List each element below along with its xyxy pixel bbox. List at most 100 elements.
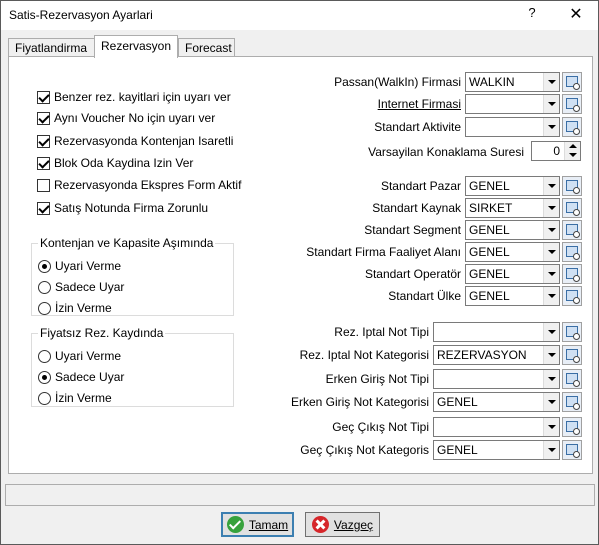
chevron-up-icon[interactable] xyxy=(569,144,577,148)
faaliyet-label: Standart Firma Faaliyet Alanı xyxy=(306,245,461,259)
close-icon xyxy=(311,516,329,533)
checkbox-label: Rezervasyonda Kontenjan Isaretli xyxy=(54,134,234,148)
radio-label: Uyari Verme xyxy=(55,259,122,273)
combo-value: GENEL xyxy=(469,245,510,259)
gec-kat-combo[interactable]: GENEL xyxy=(433,440,560,460)
cancel-button-label: Vazgeç xyxy=(333,517,374,532)
radio-sadece-uyar[interactable]: Sadece Uyar xyxy=(38,369,124,385)
radio-dot[interactable] xyxy=(38,370,51,384)
erken-tipi-combo[interactable] xyxy=(433,369,560,389)
radio-label: İzin Verme xyxy=(55,301,112,315)
aktivite-combo[interactable] xyxy=(465,117,560,137)
rezervasyon-panel: Benzer rez. kayitlari için uyarı ver Ayn… xyxy=(8,56,593,474)
checkbox-box[interactable] xyxy=(37,134,50,148)
lookup-icon[interactable] xyxy=(562,417,582,437)
chevron-down-icon[interactable] xyxy=(543,118,559,136)
ulke-combo[interactable]: GENEL xyxy=(465,286,560,306)
chevron-down-icon[interactable] xyxy=(543,323,559,341)
radio-dot[interactable] xyxy=(38,259,51,273)
lookup-icon[interactable] xyxy=(562,322,582,342)
chevron-down-icon[interactable] xyxy=(543,221,559,239)
radio-dot[interactable] xyxy=(38,349,51,363)
chevron-down-icon[interactable] xyxy=(543,287,559,305)
lookup-icon[interactable] xyxy=(562,72,582,92)
checkbox-kontenjan-isaretli[interactable]: Rezervasyonda Kontenjan Isaretli xyxy=(37,133,233,149)
segment-label: Standart Segment xyxy=(364,223,461,237)
chevron-down-icon[interactable] xyxy=(543,73,559,91)
radio-izin-verme[interactable]: İzin Verme xyxy=(38,300,112,316)
checkbox-firma-zorunlu[interactable]: Satış Notunda Firma Zorunlu xyxy=(37,200,208,216)
checkbox-benzer-rez[interactable]: Benzer rez. kayitlari için uyarı ver xyxy=(37,89,231,105)
erken-kat-combo[interactable]: GENEL xyxy=(433,392,560,412)
checkbox-box[interactable] xyxy=(37,156,50,170)
lookup-icon[interactable] xyxy=(562,176,582,196)
passan-combo[interactable]: WALKIN xyxy=(465,72,560,92)
segment-combo[interactable]: GENEL xyxy=(465,220,560,240)
chevron-down-icon[interactable] xyxy=(543,199,559,217)
spinner-buttons[interactable] xyxy=(564,142,580,160)
chevron-down-icon[interactable] xyxy=(543,418,559,436)
help-button[interactable]: ? xyxy=(520,5,544,25)
ulke-label: Standart Ülke xyxy=(388,289,461,303)
radio-uyari-verme[interactable]: Uyari Verme xyxy=(38,348,121,364)
radio-sadece-uyar[interactable]: Sadece Uyar xyxy=(38,279,124,295)
radio-uyari-verme[interactable]: Uyari Verme xyxy=(38,258,121,274)
kaynak-label: Standart Kaynak xyxy=(372,201,461,215)
iptal-kat-combo[interactable]: REZERVASYON xyxy=(433,345,560,365)
lookup-icon[interactable] xyxy=(562,286,582,306)
chevron-down-icon[interactable] xyxy=(543,177,559,195)
chevron-down-icon[interactable] xyxy=(543,441,559,459)
operator-label: Standart Operatör xyxy=(364,267,461,281)
pazar-combo[interactable]: GENEL xyxy=(465,176,560,196)
lookup-icon[interactable] xyxy=(562,264,582,284)
checkbox-box[interactable] xyxy=(37,201,50,215)
checkbox-box[interactable] xyxy=(37,178,50,192)
kaynak-combo[interactable]: SIRKET xyxy=(465,198,560,218)
cancel-button[interactable]: Vazgeç xyxy=(305,512,380,537)
checkbox-ayni-voucher[interactable]: Aynı Voucher No için uyarı ver xyxy=(37,110,215,126)
close-button[interactable]: ✕ xyxy=(564,4,588,24)
checkbox-ekspres-form[interactable]: Rezervasyonda Ekspres Form Aktif xyxy=(37,177,241,193)
chevron-down-icon[interactable] xyxy=(543,265,559,283)
radio-dot[interactable] xyxy=(38,301,51,315)
lookup-icon[interactable] xyxy=(562,369,582,389)
radio-label: İzin Verme xyxy=(55,391,112,405)
lookup-icon[interactable] xyxy=(562,242,582,262)
chevron-down-icon[interactable] xyxy=(569,153,577,157)
chevron-down-icon[interactable] xyxy=(543,370,559,388)
chevron-down-icon[interactable] xyxy=(543,393,559,411)
konaklama-spinner[interactable]: 0 xyxy=(531,141,581,161)
faaliyet-combo[interactable]: GENEL xyxy=(465,242,560,262)
lookup-icon[interactable] xyxy=(562,220,582,240)
chevron-down-icon[interactable] xyxy=(543,95,559,113)
ok-button[interactable]: Tamam xyxy=(221,512,294,537)
radio-dot[interactable] xyxy=(38,391,51,405)
lookup-icon[interactable] xyxy=(562,392,582,412)
combo-value: GENEL xyxy=(469,289,510,303)
checkbox-box[interactable] xyxy=(37,90,50,104)
radio-izin-verme[interactable]: İzin Verme xyxy=(38,390,112,406)
combo-value: GENEL xyxy=(437,443,478,457)
chevron-down-icon[interactable] xyxy=(543,243,559,261)
lookup-icon[interactable] xyxy=(562,345,582,365)
internet-combo[interactable] xyxy=(465,94,560,114)
settings-dialog: Satis-Rezervasyon Ayarlari ? ✕ Fiyatland… xyxy=(0,0,599,545)
checkbox-blok-oda[interactable]: Blok Oda Kaydina Izin Ver xyxy=(37,155,193,171)
checkbox-box[interactable] xyxy=(37,111,50,125)
radio-dot[interactable] xyxy=(38,280,51,294)
lookup-icon[interactable] xyxy=(562,117,582,137)
operator-combo[interactable]: GENEL xyxy=(465,264,560,284)
chevron-down-icon[interactable] xyxy=(543,346,559,364)
check-icon xyxy=(226,516,244,533)
kontenjan-group: Kontenjan ve Kapasite Aşımında Uyari Ver… xyxy=(31,236,234,316)
lookup-icon[interactable] xyxy=(562,440,582,460)
iptal-tipi-combo[interactable] xyxy=(433,322,560,342)
gec-tipi-combo[interactable] xyxy=(433,417,560,437)
tab-fiyatlandirma[interactable]: Fiyatlandirma xyxy=(8,38,95,57)
lookup-icon[interactable] xyxy=(562,198,582,218)
group-legend: Kontenjan ve Kapasite Aşımında xyxy=(38,236,216,250)
aktivite-label: Standart Aktivite xyxy=(374,120,461,134)
tab-rezervasyon[interactable]: Rezervasyon xyxy=(94,35,178,58)
tab-forecast[interactable]: Forecast xyxy=(178,38,235,57)
lookup-icon[interactable] xyxy=(562,94,582,114)
